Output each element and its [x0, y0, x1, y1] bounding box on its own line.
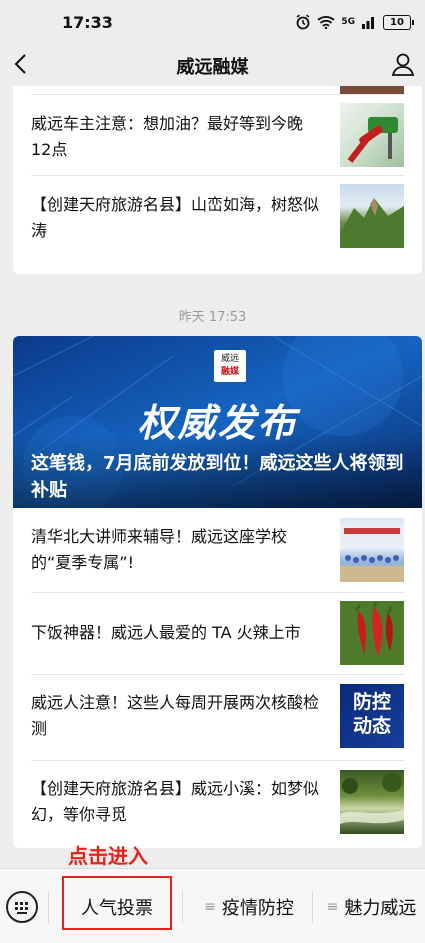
profile-icon[interactable]: [389, 50, 417, 78]
message-feed[interactable]: 威远车主注意：想加油？最好等到今晚12点 【创建天府旅游名县】山峦如海，树怒似涛…: [0, 86, 425, 876]
menu-label: 疫情防控: [221, 898, 294, 919]
list-item[interactable]: 【创建天府旅游名县】威远小溪：如梦似幻，等你寻觅: [31, 760, 404, 846]
prevention-news-thumbnail: 防控动态: [340, 684, 404, 748]
article-thumbnail: [340, 86, 404, 94]
list-item[interactable]: 威远车主注意：想加油？最好等到今晚12点: [31, 95, 404, 176]
banner-big-text: 权威发布: [137, 401, 298, 445]
stream-thumbnail: [340, 770, 404, 834]
click-hint-annotation: 点击进入: [68, 844, 148, 868]
menu-divider: [48, 891, 49, 923]
keyboard-icon[interactable]: [6, 891, 38, 923]
battery-icon: 10: [383, 14, 414, 30]
menu-charm-weiyuan[interactable]: ≡ 魅力威远: [318, 891, 425, 923]
fuel-nozzle-thumbnail: [340, 103, 404, 167]
page-title: 威远融媒: [176, 57, 249, 78]
logo-top-text: 威远: [220, 354, 239, 364]
network-label: 5G: [341, 17, 355, 27]
battery-level: 10: [390, 16, 404, 28]
chili-thumbnail: [340, 601, 404, 665]
list-item[interactable]: 威远人注意！这些人每周开展两次核酸检测 防控动态: [31, 674, 404, 761]
thumbnail-text: 防控动态: [352, 691, 391, 737]
submenu-icon: ≡: [204, 899, 216, 915]
alarm-icon: [296, 14, 310, 30]
menu-divider: [312, 891, 313, 923]
article-title: 【创建天府旅游名县】山峦如海，树怒似涛: [31, 195, 320, 240]
article-card: 威远 融媒 权威发布 这笔钱，7月底前发放到位！威远这些人将领到补贴 清华北大讲…: [13, 336, 422, 848]
article-title: 威远人注意！这些人每周开展两次核酸检测: [31, 693, 320, 738]
article-title: 威远车主注意：想加油？最好等到今晚12点: [31, 114, 304, 159]
signal-icon: [362, 17, 374, 29]
banner-headline: 这笔钱，7月底前发放到位！威远这些人将领到补贴: [31, 453, 404, 501]
article-title: 下饭神器！威远人最爱的 TA 火辣上市: [31, 623, 301, 642]
article-card-previous: 威远车主注意：想加油？最好等到今晚12点 【创建天府旅游名县】山峦如海，树怒似涛: [13, 86, 422, 274]
wifi-icon: [317, 16, 335, 29]
media-logo: 威远 融媒: [214, 350, 246, 382]
headline-banner[interactable]: 威远 融媒 权威发布 这笔钱，7月底前发放到位！威远这些人将领到补贴: [13, 336, 422, 508]
timestamp-label: 昨天 17:53: [178, 310, 247, 325]
school-group-thumbnail: [340, 518, 404, 582]
mountain-thumbnail: [340, 184, 404, 248]
nav-bar: 威远融媒: [0, 42, 425, 86]
status-time: 17:33: [62, 13, 113, 32]
status-bar: 17:33 5G 10: [0, 0, 425, 42]
highlight-box: [62, 876, 172, 930]
menu-label: 魅力威远: [344, 898, 417, 919]
logo-bottom-text: 融媒: [220, 367, 239, 377]
list-item[interactable]: 清华北大讲师来辅导！威远这座学校的“夏季专属”!: [31, 508, 404, 593]
menu-epidemic-control[interactable]: ≡ 疫情防控: [190, 891, 308, 923]
status-icons: 5G 10: [295, 12, 414, 32]
article-title: 【创建天府旅游名县】威远小溪：如梦似幻，等你寻觅: [31, 779, 320, 824]
article-item-partial[interactable]: [31, 86, 404, 95]
list-item[interactable]: 【创建天府旅游名县】山峦如海，树怒似涛: [31, 176, 404, 256]
article-title: 清华北大讲师来辅导！威远这座学校的“夏季专属”!: [31, 527, 288, 572]
menu-divider: [182, 891, 183, 923]
list-item[interactable]: 下饭神器！威远人最爱的 TA 火辣上市: [31, 592, 404, 675]
submenu-icon: ≡: [326, 899, 339, 915]
